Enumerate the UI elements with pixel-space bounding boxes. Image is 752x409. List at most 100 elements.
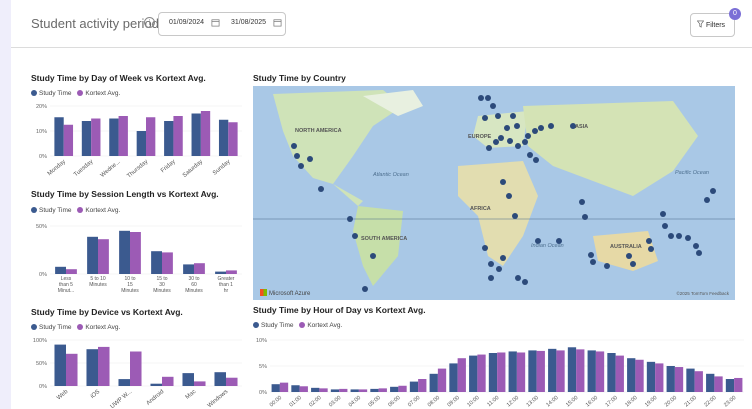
map-title: Study Time by Country: [253, 73, 346, 83]
country-marker: [507, 138, 513, 144]
bar-study-time: [350, 389, 359, 392]
x-tick-label: Friday: [160, 159, 177, 174]
x-tick-label: 19:00: [644, 395, 658, 408]
bar-kortext-avg: [477, 354, 486, 392]
x-tick-label: 5 to 10 Minutes: [89, 276, 107, 288]
bar-study-time: [725, 379, 735, 392]
bar-study-time: [449, 363, 458, 392]
country-marker: [710, 188, 716, 194]
bar-study-time: [429, 373, 438, 392]
bar-kortext-avg: [279, 382, 289, 392]
microsoft-azure-logo: Microsoft Azure: [260, 289, 310, 297]
bar-kortext-avg: [200, 111, 211, 156]
bar-kortext-avg: [63, 124, 74, 156]
country-marker: [685, 235, 691, 241]
y-tick-label: 5%: [259, 364, 267, 370]
bar-study-time: [215, 271, 226, 274]
bar-study-time: [291, 385, 300, 392]
chart-title: Study Time by Session Length vs Kortext …: [31, 189, 219, 199]
legend-kortext-avg: Kortext Avg.: [307, 322, 343, 329]
filters-button[interactable]: Filters: [690, 13, 735, 37]
x-tick-label: Thursday: [126, 159, 149, 178]
bar-kortext-avg: [162, 376, 174, 386]
country-marker: [630, 261, 636, 267]
legend-kortext-avg: Kortext Avg.: [85, 324, 121, 331]
x-tick-label: 13:00: [526, 395, 540, 408]
chart-title: Study Time by Device vs Kortext Avg.: [31, 307, 183, 317]
bar-study-time: [488, 353, 498, 392]
x-tick-label: 04:00: [348, 395, 362, 408]
y-tick-label: 0%: [39, 272, 47, 278]
country-marker: [533, 157, 539, 163]
date-range-picker[interactable]: 01/09/2024 31/08/2025: [158, 12, 286, 36]
bar-kortext-avg: [339, 388, 348, 392]
country-marker: [676, 233, 682, 239]
y-tick-label: 50%: [36, 361, 47, 367]
country-marker: [482, 115, 488, 121]
x-tick-label: 15 to 30 Minutes: [153, 276, 171, 294]
country-marker: [604, 263, 610, 269]
y-tick-label: 10%: [256, 338, 267, 344]
x-tick-label: Wedne...: [100, 159, 122, 178]
bar-study-time: [150, 383, 162, 386]
x-tick-label: 17:00: [605, 395, 619, 408]
map-label-europe: EUROPE: [468, 134, 492, 140]
legend-kortext-avg: Kortext Avg.: [85, 90, 121, 97]
period-label: Student activity period: [31, 16, 159, 31]
y-tick-label: 20%: [36, 104, 47, 110]
chart-legend: Study Time Kortext Avg.: [31, 207, 124, 214]
chart-title: Study Time by Hour of Day vs Kortext Avg…: [253, 305, 426, 315]
bar-kortext-avg: [66, 353, 78, 386]
y-tick-label: 50%: [36, 224, 47, 230]
country-map[interactable]: NORTH AMERICA EUROPE ASIA AFRICA SOUTH A…: [253, 86, 735, 300]
x-tick-label: 12:00: [506, 395, 520, 408]
report-canvas: Student activity period i 01/09/2024 31/…: [11, 0, 752, 409]
country-marker: [538, 125, 544, 131]
bar-kortext-avg: [173, 116, 183, 156]
x-tick-label: 15:00: [565, 395, 579, 408]
info-icon[interactable]: i: [144, 17, 155, 28]
country-markers[interactable]: [253, 86, 735, 300]
date-from-value[interactable]: 01/09/2024: [169, 19, 204, 26]
country-marker: [525, 133, 531, 139]
calendar-icon[interactable]: [211, 18, 220, 27]
x-tick-label: Saturday: [182, 159, 204, 178]
chart-legend: Study Time Kortext Avg.: [31, 90, 124, 97]
country-marker: [291, 143, 297, 149]
bar-study-time: [87, 236, 98, 274]
bar-study-time: [567, 347, 577, 392]
country-marker: [490, 103, 496, 109]
bar-kortext-avg: [556, 350, 565, 392]
legend-swatch: [31, 324, 37, 330]
bar-kortext-avg: [91, 118, 101, 156]
bar-kortext-avg: [228, 122, 238, 156]
x-tick-label: 02:00: [308, 395, 322, 408]
map-attribution[interactable]: ©2025 TomTom Feedback: [676, 291, 729, 296]
bar-study-time: [330, 389, 340, 392]
date-to-value[interactable]: 31/08/2025: [231, 19, 266, 26]
x-tick-label: 16:00: [585, 395, 599, 408]
bar-kortext-avg: [418, 379, 427, 392]
map-label-atlantic: Atlantic Ocean: [373, 172, 409, 178]
calendar-icon[interactable]: [273, 18, 282, 27]
country-marker: [515, 275, 521, 281]
bar-study-time: [164, 121, 174, 156]
country-marker: [298, 163, 304, 169]
bar-kortext-avg: [226, 270, 237, 274]
country-marker: [693, 243, 699, 249]
x-tick-label: Less than 5 Minut...: [58, 276, 74, 294]
bar-kortext-avg: [118, 116, 128, 156]
bar-study-time: [54, 117, 64, 156]
map-label-asia: ASIA: [575, 124, 589, 130]
x-tick-label: Greater than 1 hr: [218, 276, 235, 294]
country-marker: [318, 186, 324, 192]
filter-icon: [697, 20, 704, 28]
map-label-africa: AFRICA: [470, 206, 491, 212]
bar-kortext-avg: [694, 371, 703, 392]
map-label-south-america: SOUTH AMERICA: [361, 236, 408, 242]
bar-kortext-avg: [655, 363, 664, 392]
x-tick-label: 23:00: [723, 395, 737, 408]
x-tick-label: iOS: [90, 389, 102, 400]
country-marker: [478, 95, 484, 101]
legend-swatch: [77, 324, 84, 330]
